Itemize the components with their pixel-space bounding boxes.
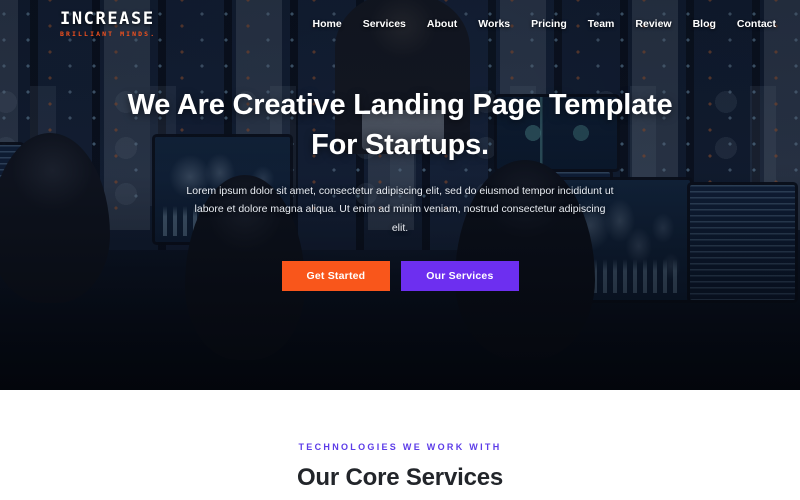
nav-link-review[interactable]: Review [635,18,671,30]
logo-title: INCREASE [60,8,155,29]
hero-button-group: Get Started Our Services [281,261,519,292]
main-navigation: Home Services About Works Pricing Team R… [313,18,777,30]
core-services-section: TECHNOLOGIES WE WORK WITH Our Core Servi… [0,390,800,500]
nav-link-home[interactable]: Home [313,18,342,30]
nav-link-contact[interactable]: Contact [737,18,776,30]
services-subtitle: TECHNOLOGIES WE WORK WITH [298,442,502,452]
nav-link-team[interactable]: Team [588,18,615,30]
logo-tagline: BRILLIANT MINDS. [60,29,157,38]
hero-content: We Are Creative Landing Page Template Fo… [0,0,800,390]
nav-link-about[interactable]: About [427,18,457,30]
navbar: INCREASE BRILLIANT MINDS. Home Services … [0,0,800,48]
site-logo[interactable]: INCREASE BRILLIANT MINDS. [60,8,157,38]
hero-description: Lorem ipsum dolor sit amet, consectetur … [186,184,614,234]
our-services-button[interactable]: Our Services [401,261,519,292]
nav-link-services[interactable]: Services [363,18,406,30]
hero-title: We Are Creative Landing Page Template Fo… [127,88,673,161]
nav-link-pricing[interactable]: Pricing [531,18,567,30]
services-title: Our Core Services [296,464,504,491]
nav-link-works[interactable]: Works [478,18,510,30]
get-started-button[interactable]: Get Started [281,261,391,292]
hero-section: INCREASE BRILLIANT MINDS. Home Services … [0,0,800,390]
nav-link-blog[interactable]: Blog [693,18,716,30]
